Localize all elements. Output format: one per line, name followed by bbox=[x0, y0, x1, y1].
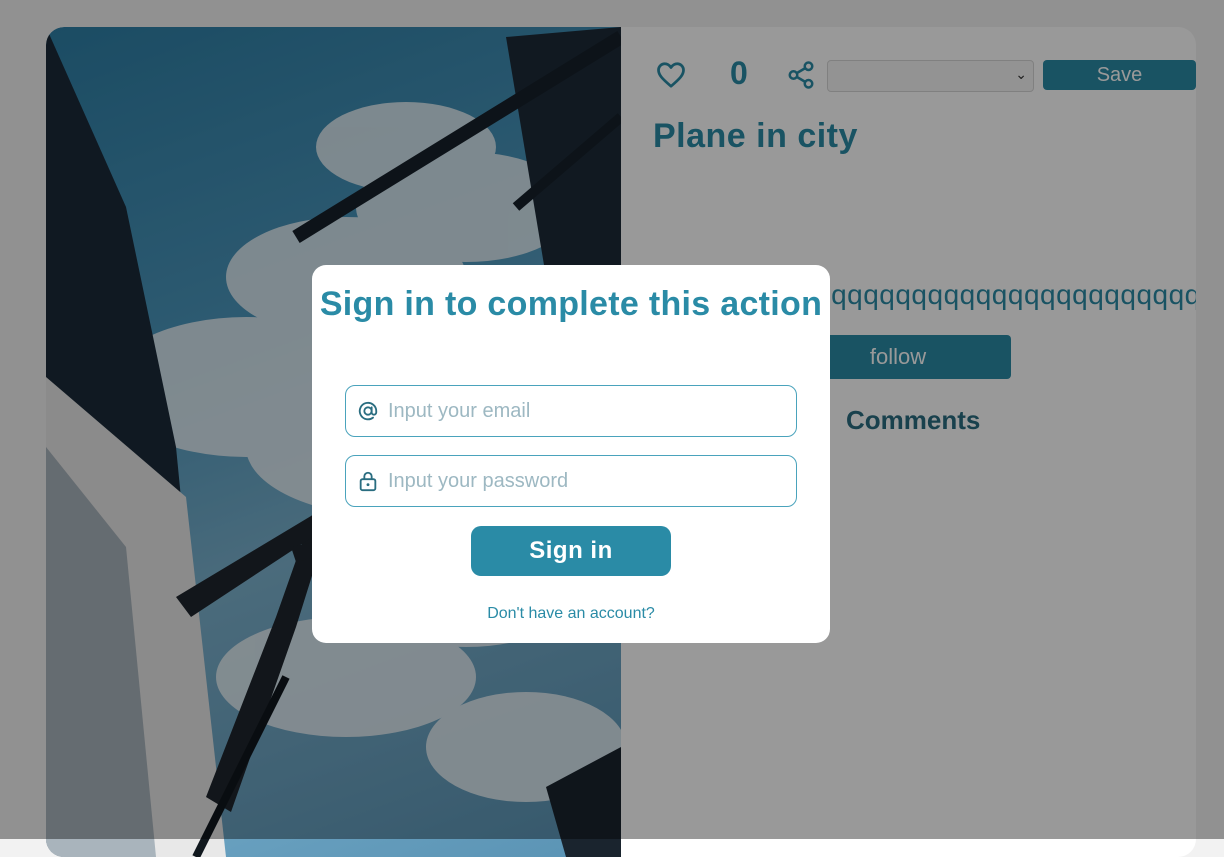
modal-title: Sign in to complete this action bbox=[319, 285, 823, 323]
email-field[interactable] bbox=[386, 386, 790, 436]
at-sign-icon bbox=[356, 399, 380, 423]
register-link[interactable]: Don't have an account? bbox=[312, 605, 830, 623]
password-field-wrapper bbox=[345, 455, 797, 507]
lock-icon bbox=[356, 469, 380, 493]
email-field-wrapper bbox=[345, 385, 797, 437]
password-field[interactable] bbox=[386, 456, 790, 506]
sign-in-button[interactable]: Sign in bbox=[471, 526, 671, 576]
sign-in-modal: Sign in to complete this action Sign in … bbox=[312, 265, 830, 643]
